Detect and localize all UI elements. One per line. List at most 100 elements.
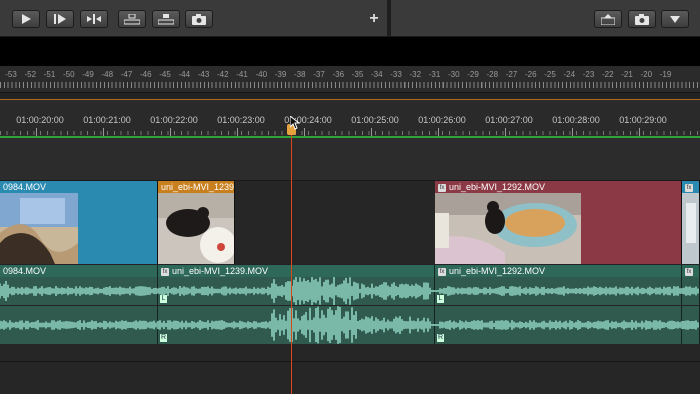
track-gap[interactable] bbox=[235, 181, 435, 264]
timecode-label: 01:00:20:00 bbox=[16, 115, 64, 125]
program-camera-button[interactable] bbox=[628, 10, 656, 28]
meter-label: -26 bbox=[524, 70, 537, 79]
meter-label: -36 bbox=[332, 70, 345, 79]
lift-icon bbox=[124, 13, 140, 24]
meter-label: -45 bbox=[159, 70, 171, 79]
export-frame-icon bbox=[601, 13, 615, 25]
meter-label: -22 bbox=[601, 70, 614, 79]
audio-track-2[interactable]: R R bbox=[0, 306, 700, 344]
video-clip[interactable]: fx uni_ebi-MVI_1292.MOV bbox=[435, 181, 682, 264]
audio-track-1[interactable]: 0984.MOV fx uni_ebi-MVI_1239.MOV L fx uni_… bbox=[0, 265, 700, 305]
button-editor-icon bbox=[670, 15, 680, 23]
step-forward-button[interactable] bbox=[46, 10, 74, 28]
audio-waveform bbox=[0, 306, 699, 344]
meter-label: -37 bbox=[313, 70, 325, 79]
meter-label: -30 bbox=[447, 70, 460, 79]
fx-badge-icon: fx bbox=[685, 183, 693, 192]
meter-label: -42 bbox=[216, 70, 229, 79]
playhead-line bbox=[291, 130, 292, 394]
timecode-label: 01:00:23:00 bbox=[217, 115, 265, 125]
waveform-path bbox=[0, 277, 699, 305]
clip-name: 0984.MOV bbox=[3, 182, 47, 192]
fx-badge-icon: fx bbox=[161, 267, 169, 276]
meter-label: -28 bbox=[486, 70, 499, 79]
waveform-path bbox=[0, 306, 699, 344]
camera-icon bbox=[635, 13, 649, 25]
meter-label: -52 bbox=[24, 70, 37, 79]
camera-icon bbox=[192, 13, 206, 25]
audio-meter-scale: -53 -52 -51 -50 -49 -48 -47 -46 -45 -44 -43 -42 -41-… bbox=[0, 66, 700, 93]
meter-label: -34 bbox=[370, 70, 383, 79]
meter-label: -43 bbox=[197, 70, 210, 79]
meter-label: -35 bbox=[351, 70, 364, 79]
clip-name: 0984.MOV bbox=[3, 266, 47, 276]
meter-label: -21 bbox=[621, 70, 633, 79]
clip-name: uni_ebi-MVI_1239.MOV bbox=[172, 266, 269, 276]
track-separator bbox=[0, 361, 700, 362]
fx-badge-icon: fx bbox=[685, 267, 693, 276]
export-button[interactable] bbox=[594, 10, 622, 28]
mouse-cursor-icon bbox=[290, 116, 300, 130]
meter-label: -50 bbox=[62, 70, 75, 79]
monitor-preview-area bbox=[0, 37, 700, 66]
meter-label: -53 bbox=[5, 70, 17, 79]
clip-thumbnail bbox=[0, 193, 78, 264]
timecode-label: 01:00:26:00 bbox=[418, 115, 466, 125]
play-icon bbox=[22, 14, 31, 24]
lift-button[interactable] bbox=[118, 10, 146, 28]
insert-edit-button[interactable] bbox=[80, 10, 108, 28]
timecode-label: 01:00:29:00 bbox=[619, 115, 667, 125]
meter-label: -33 bbox=[390, 70, 402, 79]
add-button[interactable]: + bbox=[366, 10, 382, 28]
meter-label: -24 bbox=[563, 70, 576, 79]
transport-toolbar: + bbox=[0, 0, 700, 37]
insert-edit-icon bbox=[87, 14, 101, 24]
meter-label: -19 bbox=[659, 70, 672, 79]
timecode-label: 01:00:21:00 bbox=[83, 115, 131, 125]
ruler-ticks bbox=[0, 131, 700, 135]
meter-label: -49 bbox=[82, 70, 94, 79]
meter-label: -39 bbox=[274, 70, 287, 79]
extract-icon bbox=[158, 13, 174, 24]
meter-label: -38 bbox=[293, 70, 306, 79]
clip-name: uni_ebi-MVI_1292.MOV bbox=[449, 266, 546, 276]
meter-label: -41 bbox=[236, 70, 248, 79]
meter-label: -31 bbox=[428, 70, 441, 79]
meter-label: -40 bbox=[255, 70, 268, 79]
clip-name: uni_ebi-MVI_1239.MOV bbox=[161, 182, 234, 192]
meter-label: -44 bbox=[178, 70, 191, 79]
meter-label: -20 bbox=[640, 70, 653, 79]
meter-label: -32 bbox=[409, 70, 422, 79]
timecode-label: 01:00:22:00 bbox=[150, 115, 198, 125]
meter-label: -25 bbox=[544, 70, 556, 79]
audio-track-3[interactable] bbox=[0, 344, 700, 394]
play-button[interactable] bbox=[12, 10, 40, 28]
video-clip[interactable]: 0984.MOV bbox=[0, 181, 158, 264]
panel-divider[interactable] bbox=[387, 0, 391, 36]
meter-label: -46 bbox=[139, 70, 152, 79]
export-frame-button[interactable] bbox=[185, 10, 213, 28]
clip-thumbnail bbox=[158, 193, 234, 264]
meter-ticks bbox=[0, 82, 700, 88]
step-forward-icon bbox=[54, 14, 66, 24]
audio-waveform bbox=[0, 277, 699, 305]
meter-label: -29 bbox=[467, 70, 479, 79]
meter-label: -47 bbox=[120, 70, 133, 79]
clip-name: uni_ebi-MVI_1292.MOV bbox=[449, 182, 546, 192]
video-clip[interactable]: fx bbox=[682, 181, 700, 264]
time-ruler[interactable]: 01:00:20:00 01:00:21:00 01:00:22:00 01:00:2… bbox=[0, 100, 700, 138]
fx-badge-icon: fx bbox=[438, 183, 446, 192]
meter-label: -48 bbox=[101, 70, 114, 79]
video-clip[interactable]: uni_ebi-MVI_1239.MOV bbox=[158, 181, 235, 264]
clip-thumbnail bbox=[435, 193, 581, 264]
timecode-label: 01:00:28:00 bbox=[552, 115, 600, 125]
meter-label: -23 bbox=[582, 70, 595, 79]
meter-label: -27 bbox=[505, 70, 518, 79]
timecode-label: 01:00:27:00 bbox=[485, 115, 533, 125]
clip-thumbnail bbox=[682, 193, 699, 264]
meter-label: -51 bbox=[43, 70, 56, 79]
extract-button[interactable] bbox=[152, 10, 180, 28]
video-track-2[interactable] bbox=[0, 138, 700, 181]
button-editor-button[interactable] bbox=[661, 10, 689, 28]
video-track-1[interactable]: 0984.MOV uni_ebi-MVI_1239.MOV fxuni_ebi-… bbox=[0, 181, 700, 264]
